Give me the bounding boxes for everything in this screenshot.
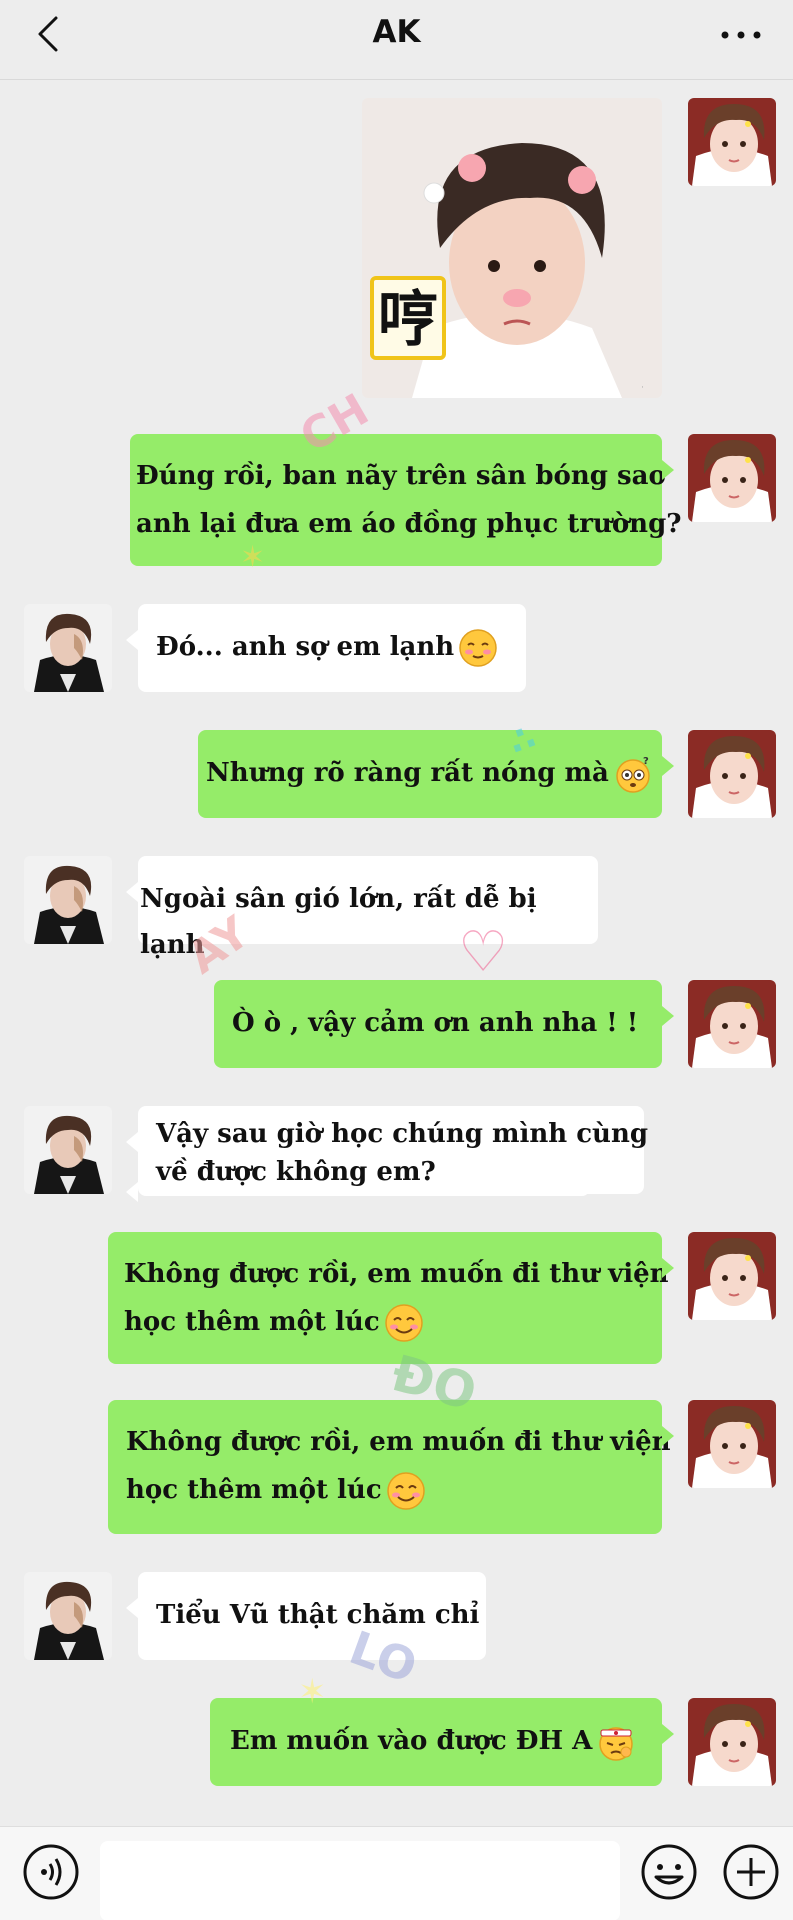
message-bubble-me[interactable]: Không được rồi, em muốn đi thư viện học … (108, 1400, 674, 1534)
message-text: học thêm một lúc (124, 1307, 380, 1337)
smile-emoji-icon (384, 1303, 424, 1343)
avatar-me[interactable] (688, 1698, 776, 1786)
determined-emoji-icon (596, 1722, 636, 1762)
message-bubble-them[interactable]: Tiểu Vũ thật chăm chỉ (126, 1572, 486, 1660)
sticker-character: 哼 (378, 285, 438, 355)
svg-text:·: · (641, 383, 644, 393)
avatar-me[interactable] (688, 1232, 776, 1320)
message-text: về được không em? (156, 1157, 436, 1187)
message-text: Ò ò , vậy cảm ơn anh nha ! ! (232, 1008, 639, 1038)
message-bubble-me[interactable]: Nhưng rõ ràng rất nóng mà (198, 730, 674, 818)
message-text: Ngoài sân gió lớn, rất dễ bị lạnh (140, 884, 537, 960)
message-text: Không được rồi, em muốn đi thư viện (124, 1259, 669, 1289)
message-text: Tiểu Vũ thật chăm chỉ (156, 1600, 480, 1630)
avatar-ak[interactable] (24, 1572, 112, 1660)
avatar-me[interactable] (688, 98, 776, 186)
message-bubble-them-continued[interactable]: về được không em? (126, 1156, 590, 1202)
message-text: anh lại đưa em áo đồng phục trường? (136, 509, 682, 539)
message-text: Không được rồi, em muốn đi thư viện (126, 1427, 671, 1457)
blush-emoji-icon (458, 628, 498, 668)
more-dots-icon[interactable] (719, 26, 763, 44)
message-text: học thêm một lúc (126, 1475, 382, 1505)
avatar-me[interactable] (688, 730, 776, 818)
smile-emoji-icon (386, 1471, 426, 1511)
message-text: Nhưng rõ ràng rất nóng mà (206, 758, 609, 788)
message-bubble-me[interactable]: Ò ò , vậy cảm ơn anh nha ! ! (214, 980, 674, 1068)
chat-header: AK (0, 0, 793, 80)
message-text: Em muốn vào được ĐH A (230, 1726, 593, 1756)
message-bubble-me[interactable]: Đúng rồi, ban nãy trên sân bóng sao anh … (130, 434, 682, 566)
avatar-me[interactable] (688, 980, 776, 1068)
emoji-icon[interactable] (640, 1843, 698, 1901)
message-bubble-them[interactable]: Ngoài sân gió lớn, rất dễ bị lạnh (126, 856, 598, 960)
message-text: Đúng rồi, ban nãy trên sân bóng sao (136, 461, 666, 491)
avatar-ak[interactable] (24, 856, 112, 944)
avatar-ak[interactable] (24, 604, 112, 692)
message-bubble-me[interactable]: Không được rồi, em muốn đi thư viện học … (108, 1232, 674, 1364)
avatar-me[interactable] (688, 434, 776, 522)
message-bubble-me[interactable]: Em muốn vào được ĐH A (210, 1698, 674, 1786)
avatar-ak[interactable] (24, 1106, 112, 1194)
input-bar (0, 1826, 793, 1920)
message-bubble-them[interactable]: Đó... anh sợ em lạnh (126, 604, 526, 692)
plus-icon[interactable] (722, 1843, 780, 1901)
chat-title: AK (372, 14, 421, 50)
sticker-image[interactable]: 哼 · (362, 98, 662, 398)
message-input[interactable] (100, 1841, 620, 1920)
avatar-me[interactable] (688, 1400, 776, 1488)
voice-icon[interactable] (22, 1843, 80, 1901)
flushed-emoji-icon (613, 754, 653, 794)
message-text: Đó... anh sợ em lạnh (156, 632, 455, 662)
